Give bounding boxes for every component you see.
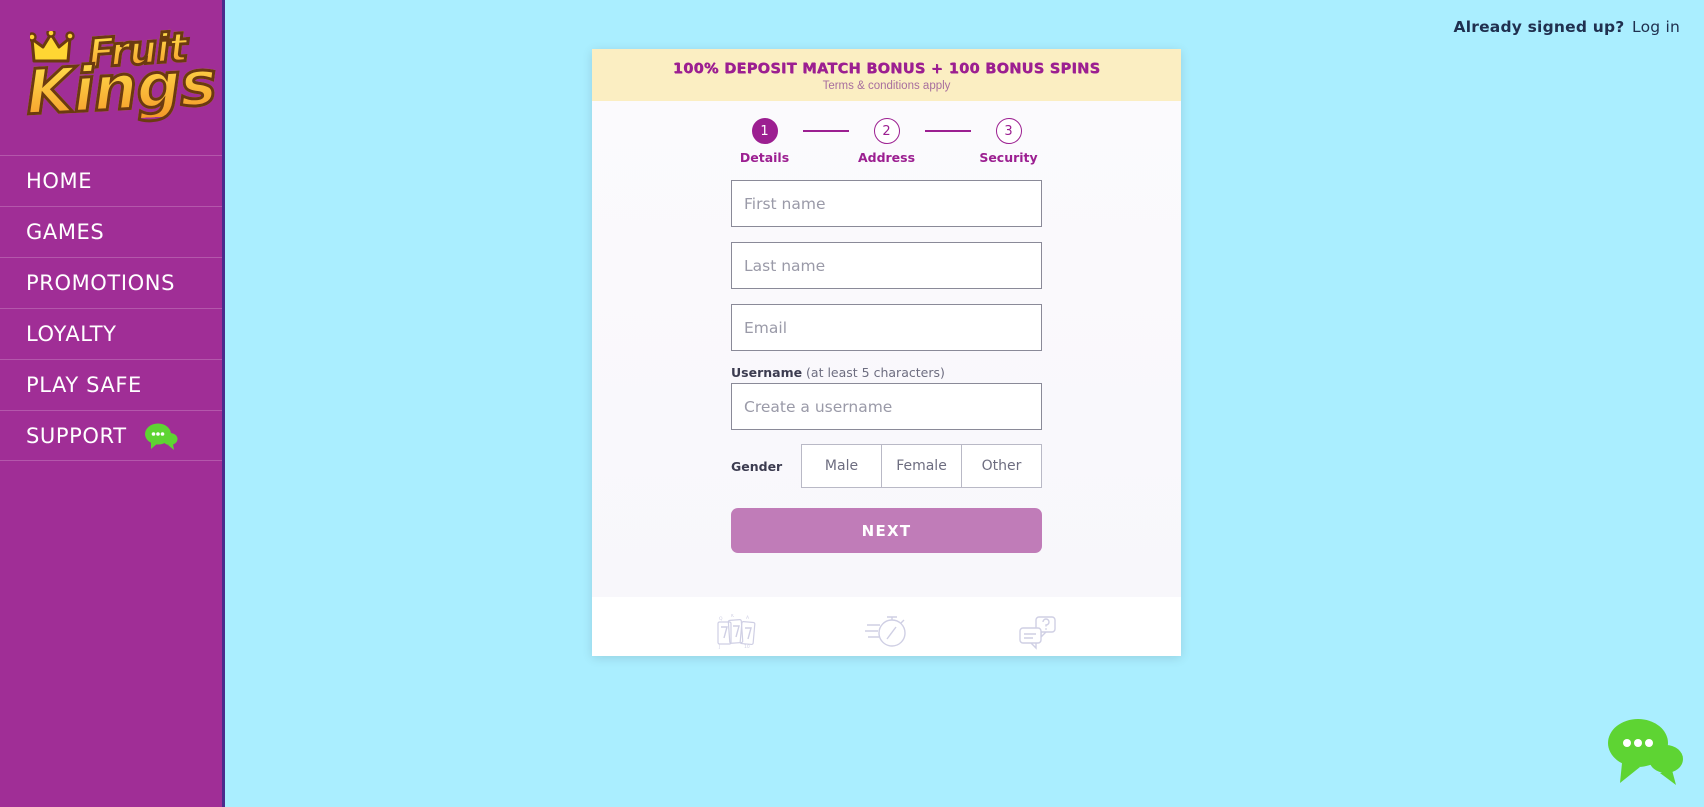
username-label: Username (at least 5 characters) [731, 365, 1042, 380]
email-input[interactable] [731, 304, 1042, 351]
svg-text:A: A [746, 615, 750, 621]
bonus-banner: 100% DEPOSIT MATCH BONUS + 100 BONUS SPI… [592, 49, 1181, 101]
step-label: Address [857, 150, 916, 165]
username-field-group: Username (at least 5 characters) [731, 365, 1042, 430]
gender-option-male[interactable]: Male [801, 444, 882, 488]
sidebar-item-games[interactable]: GAMES [0, 206, 222, 257]
logo-text-kings: Kings [23, 44, 219, 130]
first-name-input[interactable] [731, 180, 1042, 227]
svg-text:J: J [718, 644, 720, 650]
svg-text:Q: Q [719, 616, 723, 622]
sidebar-item-label: PROMOTIONS [26, 271, 176, 295]
last-name-input[interactable] [731, 242, 1042, 289]
sidebar-item-play-safe[interactable]: PLAY SAFE [0, 359, 222, 410]
floating-chat-widget[interactable] [1606, 715, 1684, 787]
login-link[interactable]: Log in [1632, 18, 1680, 36]
registration-form: 1 Details 2 Address 3 Security Us [592, 101, 1181, 597]
sidebar-item-label: PLAY SAFE [26, 373, 142, 397]
registration-modal: 100% DEPOSIT MATCH BONUS + 100 BONUS SPI… [592, 49, 1181, 656]
step-details[interactable]: 1 Details [727, 118, 803, 165]
sidebar-item-label: HOME [26, 169, 93, 193]
sidebar-item-label: LOYALTY [26, 322, 117, 346]
username-label-hint: (at least 5 characters) [802, 365, 945, 380]
step-security[interactable]: 3 Security [971, 118, 1047, 165]
gender-option-female[interactable]: Female [882, 444, 962, 488]
modal-footer: Q K A J 10 1000+ games [592, 597, 1181, 656]
login-prompt: Already signed up? Log in [1454, 18, 1680, 36]
benefit-label: Helpful support [988, 655, 1086, 656]
step-label: Details [739, 150, 790, 165]
chat-bubble-icon [1608, 719, 1683, 785]
step-number: 1 [751, 118, 778, 144]
support-chat-question-icon [1016, 613, 1058, 651]
username-input[interactable] [731, 383, 1042, 430]
sidebar: Fruit Kings HOME GAMES PROMOTIONS LOYALT… [0, 0, 225, 807]
step-indicator: 1 Details 2 Address 3 Security [592, 101, 1181, 165]
step-label: Security [979, 150, 1038, 165]
bonus-banner-subtitle: Terms & conditions apply [822, 80, 951, 92]
sidebar-item-label: GAMES [26, 220, 105, 244]
brand-logo[interactable]: Fruit Kings [0, 0, 222, 155]
sidebar-item-support[interactable]: SUPPORT [0, 410, 222, 461]
sidebar-item-home[interactable]: HOME [0, 155, 222, 206]
step-connector [802, 130, 849, 132]
gender-option-other[interactable]: Other [962, 444, 1042, 488]
chat-bubble-icon [144, 421, 178, 451]
next-button[interactable]: NEXT [731, 508, 1042, 553]
benefit-withdrawals: Free & Fast Withdrawals [810, 613, 963, 656]
stopwatch-icon [864, 613, 909, 651]
benefit-support: Helpful support [973, 613, 1101, 656]
step-connector [924, 130, 971, 132]
svg-text:K: K [731, 614, 735, 619]
sidebar-item-promotions[interactable]: PROMOTIONS [0, 257, 222, 308]
gender-label: Gender [731, 458, 783, 474]
benefit-games: Q K A J 10 1000+ games [673, 613, 801, 656]
step-address[interactable]: 2 Address [849, 118, 925, 165]
sidebar-item-loyalty[interactable]: LOYALTY [0, 308, 222, 359]
bonus-banner-title: 100% DEPOSIT MATCH BONUS + 100 BONUS SPI… [672, 61, 1101, 77]
svg-text:10: 10 [744, 644, 750, 650]
step-number: 3 [995, 118, 1022, 144]
benefit-label: Free & Fast Withdrawals [810, 655, 963, 656]
benefits-row: Q K A J 10 1000+ games [592, 613, 1181, 656]
gender-selector: Gender Male Female Other [731, 444, 1042, 488]
username-label-bold: Username [731, 365, 803, 380]
sidebar-nav: HOME GAMES PROMOTIONS LOYALTY PLAY SAFE … [0, 155, 222, 461]
already-signed-up-text: Already signed up? [1453, 18, 1625, 36]
sidebar-item-label: SUPPORT [26, 423, 127, 448]
step-number: 2 [873, 118, 900, 144]
benefit-label: 1000+ games [692, 655, 782, 656]
slot-777-icon: Q K A J 10 [714, 613, 760, 651]
